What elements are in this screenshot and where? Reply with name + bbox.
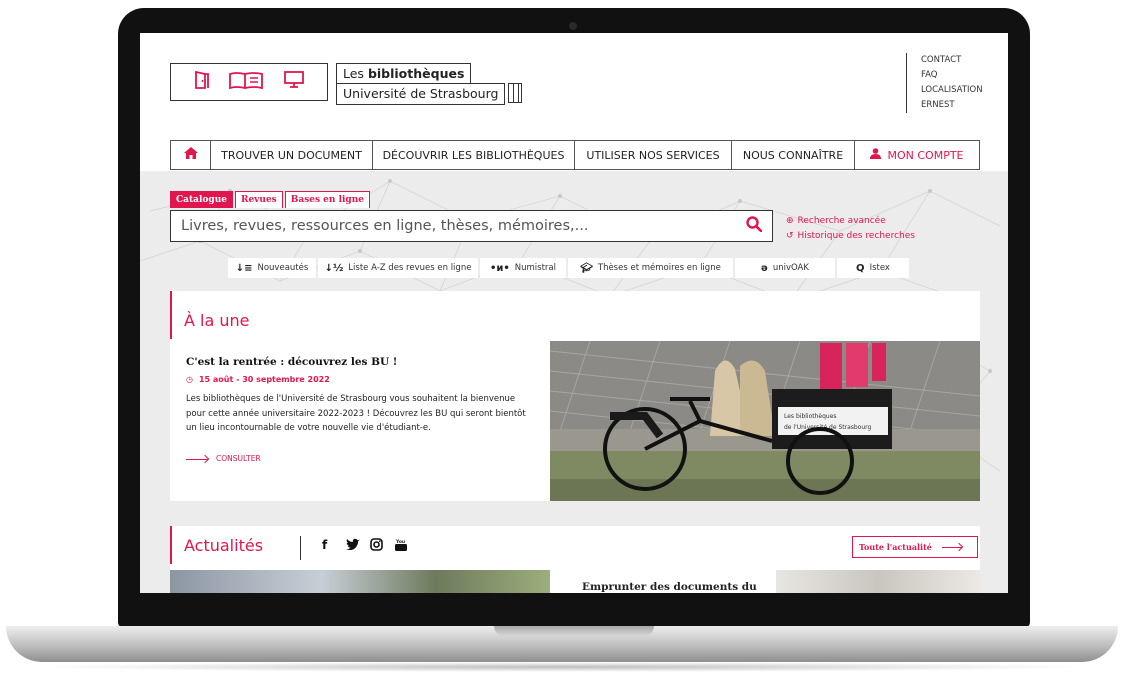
logo-subtitle[interactable]: Université de Strasbourg [336, 83, 506, 105]
history-icon: ↺ [786, 231, 794, 241]
main-nav: TROUVER UN DOCUMENT DÉCOUVRIR LES BIBLIO… [170, 140, 980, 170]
nav-home[interactable] [171, 141, 211, 169]
search-bar [170, 210, 773, 242]
top-link-contact[interactable]: CONTACT [921, 53, 983, 68]
nav-mon-compte[interactable]: MON COMPTE [855, 141, 979, 169]
browser-screen: Les bibliothèques Université de Strasbou… [140, 33, 1008, 593]
tab-bases-en-ligne[interactable]: Bases en ligne [284, 191, 370, 208]
laptop-notch [494, 626, 654, 636]
laptop-shadow [30, 662, 1094, 672]
nav-nous-connaitre[interactable]: NOUS CONNAÎTRE [732, 141, 855, 169]
sort-icon: ↓≡ [235, 262, 253, 274]
quick-link-nouveautes[interactable]: ↓≡ Nouveautés [228, 258, 316, 278]
article-dates: ◷ 15 août - 30 septembre 2022 [186, 375, 330, 384]
quick-link-numistral[interactable]: •ᴎ• Numistral [480, 258, 566, 278]
search-section: Catalogue Revues Bases en ligne ⊕Recherc… [140, 171, 1008, 593]
divider [300, 536, 301, 560]
photo-sign-line1: Les bibliothèques [784, 413, 837, 420]
istex-icon: Q [856, 262, 865, 274]
camera [569, 22, 577, 30]
actualites-heading: Actualités [184, 536, 264, 555]
graduation-cap-icon: 🎓︎ [580, 262, 593, 274]
search-history-link[interactable]: ↺ Historique des recherches [786, 229, 919, 244]
quick-link-liste-revues[interactable]: ↓½ Liste A-Z des revues en ligne [318, 258, 478, 278]
search-tabs: Catalogue Revues Bases en ligne [170, 191, 372, 208]
article-text: Les bibliothèques de l'Université de Str… [186, 394, 526, 433]
nav-decouvrir-bibliotheques[interactable]: DÉCOUVRIR LES BIBLIOTHÈQUES [373, 141, 575, 169]
book-icon [228, 70, 266, 95]
top-link-ernest[interactable]: ERNEST [921, 98, 983, 113]
arrow-right-icon [186, 458, 208, 460]
quick-link-theses[interactable]: 🎓︎ Thèses et mémoires en ligne [568, 258, 733, 278]
top-link-faq[interactable]: FAQ [921, 68, 983, 83]
numistral-icon: •ᴎ• [489, 262, 510, 274]
news-thumbnail[interactable] [776, 570, 980, 593]
nav-utiliser-services[interactable]: UTILISER NOS SERVICES [575, 141, 732, 169]
a-la-une-heading: À la une [184, 311, 250, 330]
open-access-icon: ə [761, 262, 768, 274]
door-icon [193, 70, 211, 95]
top-links: CONTACT FAQ LOCALISATION ERNEST [906, 53, 983, 113]
actualites-section: Actualités f You Toute l'actualité Empru… [170, 526, 980, 593]
toute-actualite-button[interactable]: Toute l'actualité [852, 536, 978, 558]
accent-bar [170, 291, 172, 339]
tab-revues[interactable]: Revues [234, 191, 283, 208]
news-thumbnail[interactable] [170, 570, 550, 593]
accent-bar [170, 526, 172, 564]
computer-icon [283, 70, 305, 95]
consulter-link[interactable]: CONSULTER [186, 454, 261, 463]
svg-text:You: You [395, 539, 405, 545]
search-input[interactable] [171, 217, 736, 235]
quick-links: ↓≡ Nouveautés ↓½ Liste A-Z des revues en l… [228, 258, 913, 278]
advanced-links: ⊕ Recherche avancée ↺ Historique des reche… [786, 214, 919, 244]
article-photo[interactable]: Les bibliothèques de l'Université de Str… [550, 341, 980, 501]
quick-link-istex[interactable]: Q Istex [837, 258, 909, 278]
article-title[interactable]: C'est la rentrée : découvrez les BU ! [186, 356, 397, 368]
user-icon [870, 148, 882, 162]
logo-icons[interactable] [170, 63, 328, 101]
sort-az-icon: ↓½ [324, 262, 344, 274]
advanced-search-link[interactable]: ⊕ Recherche avancée [786, 214, 919, 229]
youtube-icon[interactable]: You [394, 538, 408, 555]
logo-bars [508, 83, 522, 103]
facebook-icon[interactable]: f [322, 538, 327, 552]
twitter-icon[interactable] [346, 538, 360, 553]
quick-link-univoak[interactable]: ə univOAK [735, 258, 835, 278]
tab-catalogue[interactable]: Catalogue [170, 191, 233, 208]
arrow-right-icon [941, 546, 962, 548]
search-button[interactable] [736, 215, 772, 237]
home-icon [183, 147, 198, 163]
instagram-icon[interactable] [370, 538, 383, 554]
top-link-localisation[interactable]: LOCALISATION [921, 83, 983, 98]
nav-trouver-document[interactable]: TROUVER UN DOCUMENT [211, 141, 373, 169]
logo-title[interactable]: Les bibliothèques [336, 63, 472, 84]
zoom-plus-icon: ⊕ [786, 216, 794, 226]
search-icon [746, 215, 763, 237]
news-card-title[interactable]: Emprunter des documents du [582, 581, 757, 593]
clock-icon: ◷ [186, 375, 193, 384]
a-la-une-section: À la une C'est la rentrée : découvrez le… [170, 291, 980, 501]
